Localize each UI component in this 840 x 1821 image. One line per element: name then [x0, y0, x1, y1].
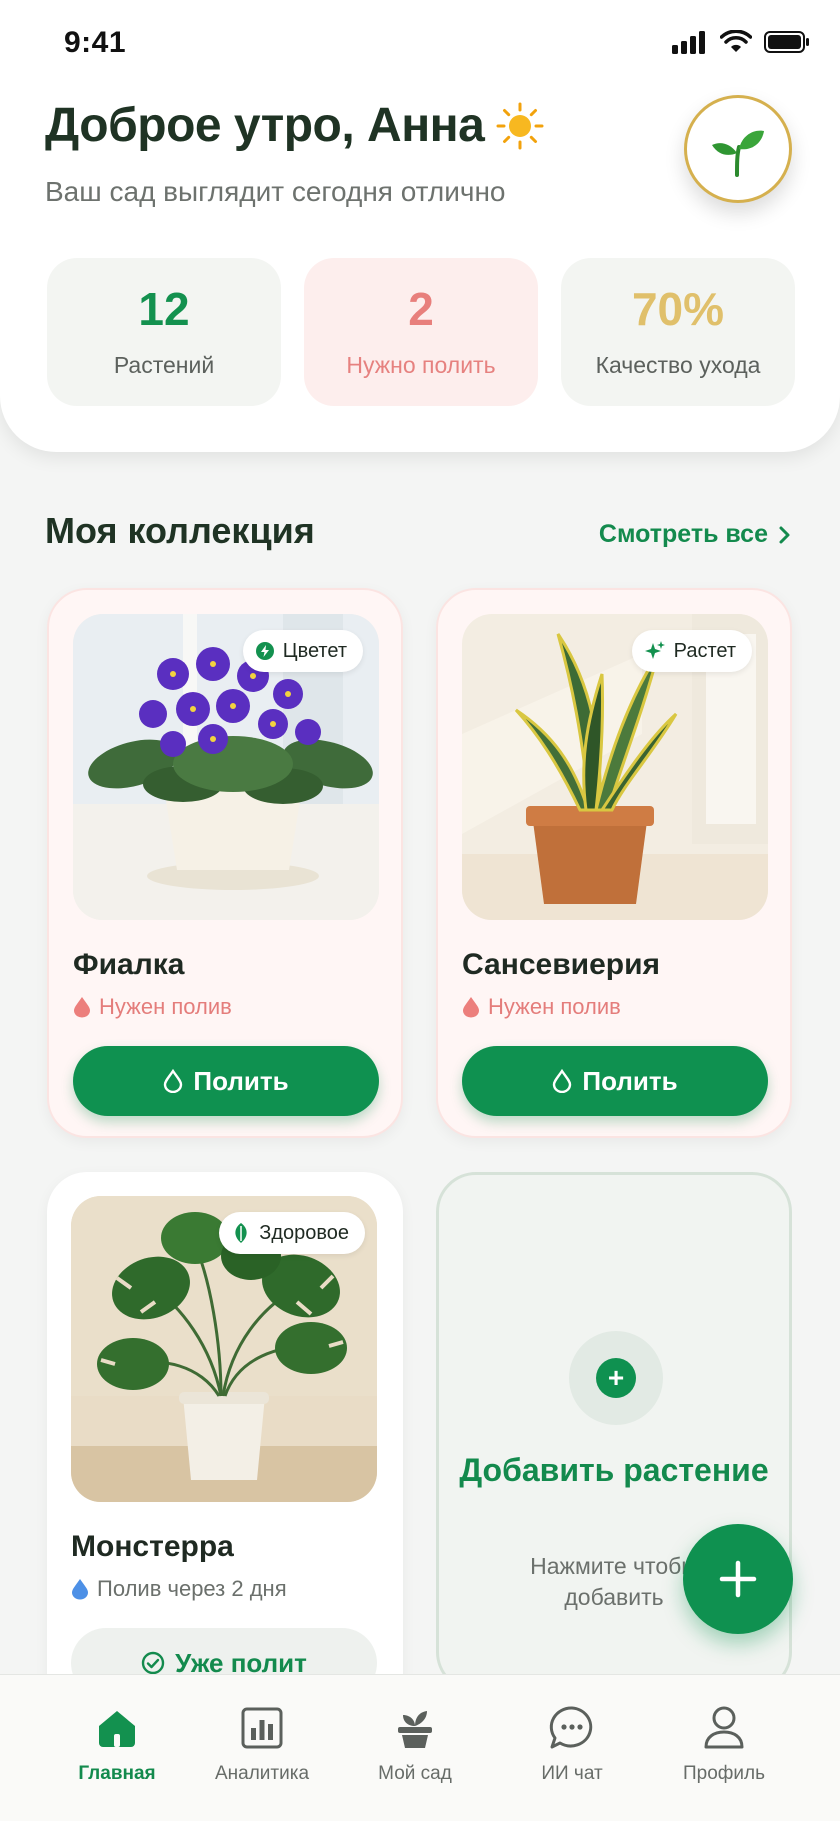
water-drop-icon [463, 997, 479, 1018]
status-bar: 9:41 [0, 0, 840, 90]
plant-status: Полив через 2 дня [71, 1576, 287, 1602]
leaf-icon [235, 1223, 247, 1243]
plant-name: Сансевиерия [462, 948, 661, 981]
stats-row: 12 Растений 2 Нужно полить 70% Качество … [47, 258, 795, 406]
stat-value: 2 [408, 282, 434, 335]
status-time: 9:41 [64, 26, 127, 59]
plant-badge: Здоровое [219, 1212, 365, 1254]
plant-status: Нужен полив [462, 994, 621, 1020]
add-plant-title: Добавить растение [459, 1452, 769, 1488]
nav-item-my-garden[interactable]: Мой сад [340, 1703, 490, 1785]
collection-title: Моя коллекция [45, 510, 315, 551]
water-drop-icon [74, 997, 90, 1018]
water-button-label: Полить [193, 1065, 289, 1096]
nav-item-profile[interactable]: Профиль [649, 1703, 799, 1785]
water-button[interactable]: Полить [462, 1046, 768, 1116]
water-button[interactable]: Полить [73, 1046, 379, 1116]
badge-label: Растет [673, 639, 736, 662]
see-all-link[interactable]: Смотреть все [599, 520, 792, 549]
profile-icon [699, 1703, 749, 1753]
badge-label: Здоровое [259, 1221, 349, 1244]
plant-card-sansevieria[interactable]: Растет Сансевиерия Нужен полив Полить [436, 588, 792, 1138]
stat-value: 12 [138, 282, 190, 335]
plant-name: Монстерра [71, 1530, 234, 1563]
plant-badge: Цветет [242, 630, 363, 672]
analytics-icon [237, 1703, 287, 1753]
water-drop-icon [553, 1069, 572, 1093]
bolt-icon [255, 642, 274, 660]
water-drop-icon [164, 1069, 183, 1093]
sun-icon [496, 102, 544, 149]
avatar[interactable] [684, 95, 792, 203]
home-icon [92, 1703, 142, 1753]
wifi-icon [720, 30, 752, 52]
plant-status-text: Полив через 2 дня [97, 1576, 287, 1601]
chat-icon [547, 1703, 597, 1753]
stat-label: Качество ухода [595, 351, 761, 378]
add-fab-button[interactable] [683, 1524, 793, 1634]
water-drop-icon [72, 1579, 88, 1600]
battery-icon [764, 31, 809, 53]
status-icons [672, 30, 810, 54]
plus-icon [719, 1560, 757, 1598]
nav-label: ИИ чат [541, 1763, 603, 1784]
sparkles-icon [644, 641, 665, 659]
plant-badge: Растет [631, 630, 752, 672]
check-circle-icon [141, 1651, 165, 1675]
add-plant-circle: + [569, 1331, 663, 1425]
stat-value: 70% [631, 282, 725, 335]
water-button-label: Полить [582, 1065, 678, 1096]
plant-card-violet[interactable]: Цветет Фиалка Нужен полив Полить [47, 588, 403, 1138]
greeting-title: Доброе утро, Анна [45, 98, 544, 153]
nav-item-analytics[interactable]: Аналитика [187, 1703, 337, 1785]
badge-label: Цветет [282, 639, 347, 662]
stat-label: Нужно полить [346, 351, 496, 378]
plant-name: Фиалка [73, 948, 185, 981]
plant-card-monstera[interactable]: Здоровое Монстерра Полив через 2 дня Уже… [47, 1172, 403, 1732]
nav-item-home[interactable]: Главная [42, 1703, 192, 1785]
stat-need-water[interactable]: 2 Нужно полить [304, 258, 538, 406]
greeting-subtitle: Ваш сад выглядит сегодня отлично [45, 176, 506, 207]
plus-icon: + [596, 1358, 636, 1398]
stat-plants[interactable]: 12 Растений [47, 258, 281, 406]
stat-label: Растений [113, 351, 215, 378]
see-all-label: Смотреть все [598, 520, 768, 548]
bottom-nav: Главная Аналитика Мой сад ИИ чат Профиль [0, 1674, 840, 1821]
nav-label: Аналитика [214, 1763, 310, 1784]
signal-icon [672, 31, 705, 54]
chevron-right-icon [779, 526, 790, 543]
nav-item-ai-chat[interactable]: ИИ чат [497, 1703, 647, 1785]
plant-status-text: Нужен полив [99, 994, 232, 1019]
sprout-icon [712, 130, 764, 177]
plant-status: Нужен полив [73, 994, 232, 1020]
plant-status-text: Нужен полив [488, 994, 621, 1019]
stat-care-quality[interactable]: 70% Качество ухода [561, 258, 795, 406]
nav-label: Профиль [682, 1763, 766, 1784]
nav-label: Главная [78, 1763, 156, 1784]
plant-pot-icon [390, 1703, 440, 1753]
nav-label: Мой сад [378, 1763, 452, 1784]
header-card: 9:41 Доброе утро, Анна Ваш сад выглядит … [0, 0, 840, 452]
greeting-text: Доброе утро, Анна [45, 99, 485, 152]
